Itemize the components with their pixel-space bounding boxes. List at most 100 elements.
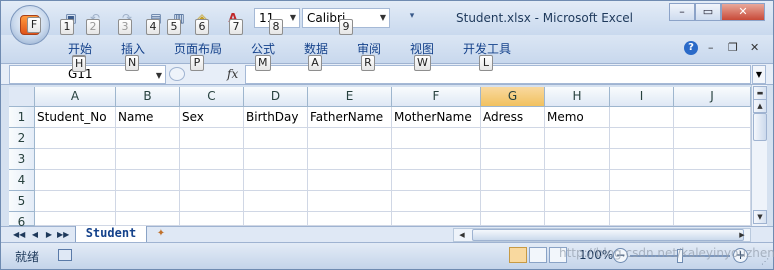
cell-e2[interactable] bbox=[308, 128, 392, 149]
cell-d1[interactable]: BirthDay bbox=[244, 107, 308, 128]
split-box-icon[interactable]: ▬ bbox=[753, 86, 767, 100]
cell-g1[interactable]: Adress bbox=[481, 107, 545, 128]
cell-c1[interactable]: Sex bbox=[180, 107, 244, 128]
cell-d5[interactable] bbox=[244, 191, 308, 212]
column-header-d[interactable]: D bbox=[244, 87, 308, 107]
cell-f2[interactable] bbox=[392, 128, 481, 149]
cell-e6[interactable] bbox=[308, 212, 392, 226]
column-header-a[interactable]: A bbox=[35, 87, 116, 107]
column-header-g[interactable]: G bbox=[481, 87, 545, 107]
cell-c5[interactable] bbox=[180, 191, 244, 212]
cell-d4[interactable] bbox=[244, 170, 308, 191]
cell-j4[interactable] bbox=[674, 170, 751, 191]
vertical-scrollbar[interactable]: ▬ ▲ ▼ bbox=[751, 85, 767, 226]
chevron-down-icon[interactable]: ▼ bbox=[380, 9, 386, 27]
cell-i6[interactable] bbox=[610, 212, 674, 226]
cell-a3[interactable] bbox=[35, 149, 116, 170]
cell-c3[interactable] bbox=[180, 149, 244, 170]
cell-h2[interactable] bbox=[545, 128, 610, 149]
cell-d3[interactable] bbox=[244, 149, 308, 170]
cell-b4[interactable] bbox=[116, 170, 180, 191]
macro-record-icon[interactable] bbox=[58, 249, 72, 261]
row-header-5[interactable]: 5 bbox=[9, 191, 35, 212]
cell-j2[interactable] bbox=[674, 128, 751, 149]
cell-g6[interactable] bbox=[481, 212, 545, 226]
row-header-3[interactable]: 3 bbox=[9, 149, 35, 170]
column-header-f[interactable]: F bbox=[392, 87, 481, 107]
cell-e3[interactable] bbox=[308, 149, 392, 170]
cell-c4[interactable] bbox=[180, 170, 244, 191]
row-header-6[interactable]: 6 bbox=[9, 212, 35, 229]
cell-i2[interactable] bbox=[610, 128, 674, 149]
cell-b6[interactable] bbox=[116, 212, 180, 226]
scroll-left-icon[interactable]: ◀ bbox=[456, 229, 468, 241]
formula-cancel-icon[interactable] bbox=[169, 67, 185, 81]
column-header-j[interactable]: J bbox=[674, 87, 751, 107]
cell-i4[interactable] bbox=[610, 170, 674, 191]
cell-e1[interactable]: FatherName bbox=[308, 107, 392, 128]
cell-h1[interactable]: Memo bbox=[545, 107, 610, 128]
cell-j6[interactable] bbox=[674, 212, 751, 226]
close-button[interactable]: ✕ bbox=[721, 3, 765, 21]
cell-a5[interactable] bbox=[35, 191, 116, 212]
cell-a6[interactable] bbox=[35, 212, 116, 226]
chevron-down-icon[interactable]: ▼ bbox=[156, 67, 162, 84]
cell-b1[interactable]: Name bbox=[116, 107, 180, 128]
cell-g2[interactable] bbox=[481, 128, 545, 149]
resize-grip-icon[interactable]: ⋰ bbox=[761, 257, 771, 267]
cell-g3[interactable] bbox=[481, 149, 545, 170]
cell-i1[interactable] bbox=[610, 107, 674, 128]
column-header-h[interactable]: H bbox=[545, 87, 610, 107]
customize-qat-icon[interactable]: ▾ bbox=[404, 8, 420, 24]
cell-d2[interactable] bbox=[244, 128, 308, 149]
first-sheet-icon[interactable]: ◀◀ bbox=[13, 228, 25, 241]
prev-sheet-icon[interactable]: ◀ bbox=[29, 228, 41, 241]
cell-h5[interactable] bbox=[545, 191, 610, 212]
scroll-right-icon[interactable]: ▶ bbox=[736, 229, 748, 241]
page-layout-view-button[interactable] bbox=[529, 247, 547, 263]
minimize-workbook-button[interactable]: – bbox=[708, 41, 714, 54]
column-header-e[interactable]: E bbox=[308, 87, 392, 107]
cell-j5[interactable] bbox=[674, 191, 751, 212]
cell-a2[interactable] bbox=[35, 128, 116, 149]
cell-i5[interactable] bbox=[610, 191, 674, 212]
close-workbook-button[interactable]: ✕ bbox=[750, 41, 759, 54]
cell-f4[interactable] bbox=[392, 170, 481, 191]
cell-h6[interactable] bbox=[545, 212, 610, 226]
scroll-down-icon[interactable]: ▼ bbox=[753, 210, 767, 224]
vertical-scroll-thumb[interactable] bbox=[753, 113, 767, 141]
restore-workbook-button[interactable]: ❐ bbox=[728, 41, 738, 54]
cell-b3[interactable] bbox=[116, 149, 180, 170]
scroll-up-icon[interactable]: ▲ bbox=[753, 99, 767, 113]
row-header-2[interactable]: 2 bbox=[9, 128, 35, 149]
column-header-c[interactable]: C bbox=[180, 87, 244, 107]
cell-h4[interactable] bbox=[545, 170, 610, 191]
cell-c6[interactable] bbox=[180, 212, 244, 226]
expand-formula-bar-icon[interactable]: ▼ bbox=[752, 65, 766, 84]
cell-a1[interactable]: Student_No bbox=[35, 107, 116, 128]
cell-a4[interactable] bbox=[35, 170, 116, 191]
cell-h3[interactable] bbox=[545, 149, 610, 170]
chevron-down-icon[interactable]: ▼ bbox=[290, 9, 296, 27]
sheet-tab-student[interactable]: Student bbox=[75, 226, 147, 243]
normal-view-button[interactable] bbox=[509, 247, 527, 263]
help-icon[interactable]: ? bbox=[684, 41, 698, 55]
next-sheet-icon[interactable]: ▶ bbox=[43, 228, 55, 241]
cell-g4[interactable] bbox=[481, 170, 545, 191]
cell-b5[interactable] bbox=[116, 191, 180, 212]
column-header-i[interactable]: I bbox=[610, 87, 674, 107]
cell-e4[interactable] bbox=[308, 170, 392, 191]
cell-j1[interactable] bbox=[674, 107, 751, 128]
cell-g5[interactable] bbox=[481, 191, 545, 212]
select-all-corner[interactable] bbox=[9, 87, 35, 107]
cell-b2[interactable] bbox=[116, 128, 180, 149]
cell-i3[interactable] bbox=[610, 149, 674, 170]
cell-d6[interactable] bbox=[244, 212, 308, 226]
cell-f3[interactable] bbox=[392, 149, 481, 170]
horizontal-scrollbar[interactable]: ◀ ▶ bbox=[453, 228, 751, 242]
cell-j3[interactable] bbox=[674, 149, 751, 170]
row-header-4[interactable]: 4 bbox=[9, 170, 35, 191]
cell-f5[interactable] bbox=[392, 191, 481, 212]
cell-e5[interactable] bbox=[308, 191, 392, 212]
worksheet-grid[interactable]: A B C D E F G H I J 1 2 3 4 5 6 Student_… bbox=[9, 87, 751, 229]
